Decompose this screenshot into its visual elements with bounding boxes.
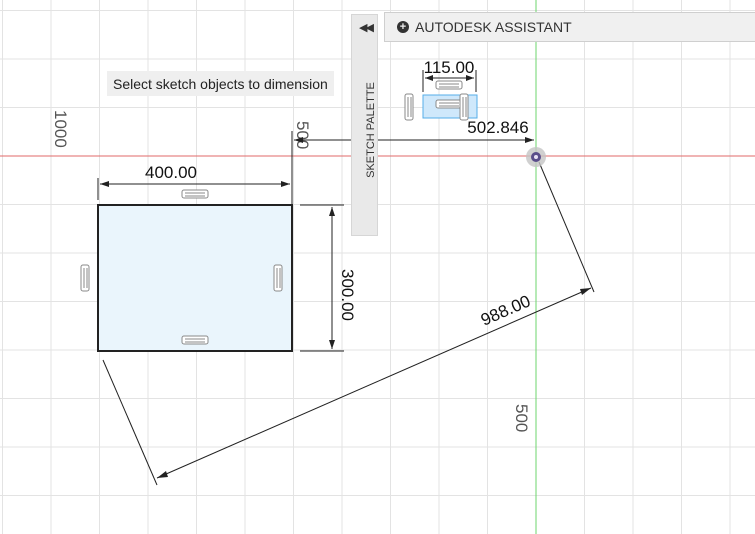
horizontal-constraint-icon[interactable] [181, 335, 209, 345]
vertical-constraint-icon[interactable] [80, 264, 90, 292]
vertical-constraint-icon[interactable] [404, 93, 414, 121]
axis-label-500-top: 500 [293, 121, 312, 149]
hint-text: Select sketch objects to dimension [113, 75, 328, 92]
dimension-horizontal[interactable]: 502.846 [291, 118, 534, 205]
axis-label-1000: 1000 [51, 110, 70, 148]
sketch-point-icon[interactable] [526, 147, 546, 167]
vertical-constraint-icon[interactable] [459, 93, 469, 121]
sketch-palette-label: SKETCH PALETTE [365, 82, 377, 178]
axis-label-500-bottom: 500 [512, 404, 531, 432]
dimension-hint-tooltip: Select sketch objects to dimension [107, 71, 334, 96]
dimension-horizontal-value[interactable]: 502.846 [467, 118, 528, 137]
dimension-height[interactable]: 300.00 [300, 204, 357, 352]
dimension-diagonal-value[interactable]: 988.00 [478, 291, 533, 329]
plus-circle-icon[interactable]: + [397, 21, 409, 33]
double-chevron-left-icon[interactable]: ◀◀ [352, 15, 379, 39]
horizontal-constraint-icon[interactable] [181, 189, 209, 199]
dimension-width-value[interactable]: 400.00 [145, 163, 197, 182]
sketch-palette-tab[interactable]: ◀◀ SKETCH PALETTE [351, 14, 378, 236]
autodesk-assistant-bar[interactable]: + AUTODESK ASSISTANT [384, 12, 755, 42]
dimension-height-value[interactable]: 300.00 [338, 269, 357, 321]
assistant-label: AUTODESK ASSISTANT [415, 19, 572, 35]
dimension-small-value[interactable]: 115.00 [424, 58, 475, 77]
horizontal-constraint-icon[interactable] [435, 80, 463, 90]
vertical-constraint-icon[interactable] [273, 264, 283, 292]
sketch-rectangle[interactable] [97, 204, 293, 352]
horizontal-constraint-icon[interactable] [435, 99, 463, 109]
